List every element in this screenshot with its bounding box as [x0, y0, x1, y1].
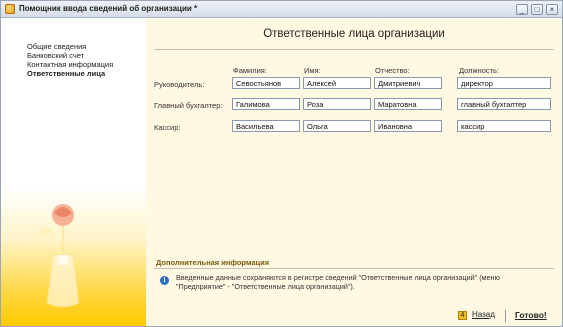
additional-info-text: Введенные данные сохраняются в регистре … — [176, 273, 500, 291]
cashier-position-field[interactable] — [457, 120, 551, 132]
cashier-first-name-field[interactable] — [303, 120, 371, 132]
close-button[interactable]: × — [546, 4, 558, 15]
window-title: Помощник ввода сведений об организации * — [19, 4, 198, 13]
rose-vase-illustration — [39, 204, 80, 308]
title-bar: Помощник ввода сведений об организации *… — [1, 1, 562, 18]
assistant-window: Помощник ввода сведений об организации *… — [0, 0, 563, 327]
back-hotkey-badge: 4 — [458, 311, 467, 320]
cashier-patronymic-field[interactable] — [374, 120, 442, 132]
step-contact-info[interactable]: Контактная информация — [27, 60, 113, 69]
column-patronymic: Отчество: — [375, 66, 410, 75]
app-icon — [5, 4, 15, 14]
row-label-director: Руководитель: — [154, 80, 205, 89]
column-first-name: Имя: — [304, 66, 321, 75]
director-last-name-field[interactable] — [232, 77, 300, 89]
page-title: Ответственные лица организации — [263, 28, 445, 40]
maximize-button[interactable]: □ — [531, 4, 543, 15]
minimize-button[interactable]: _ — [516, 4, 528, 15]
step-general-info[interactable]: Общие сведения — [27, 42, 113, 51]
row-label-chief-accountant: Главный бухгалтер: — [154, 101, 223, 110]
done-button[interactable]: Готово! — [515, 310, 547, 320]
title-divider — [154, 49, 554, 50]
director-patronymic-field[interactable] — [374, 77, 442, 89]
row-label-cashier: Кассир: — [154, 123, 181, 132]
step-responsible-persons[interactable]: Ответственные лица — [27, 69, 113, 78]
accountant-first-name-field[interactable] — [303, 98, 371, 110]
main-content: Ответственные лица организации Фамилия: … — [146, 18, 562, 326]
director-first-name-field[interactable] — [303, 77, 371, 89]
steps-sidebar: Общие сведения Банковский счет Контактна… — [1, 18, 146, 326]
cashier-last-name-field[interactable] — [232, 120, 300, 132]
column-last-name: Фамилия: — [233, 66, 267, 75]
accountant-position-field[interactable] — [457, 98, 551, 110]
step-bank-account[interactable]: Банковский счет — [27, 51, 113, 60]
steps-nav: Общие сведения Банковский счет Контактна… — [27, 42, 113, 78]
footer-separator — [505, 310, 506, 322]
director-position-field[interactable] — [457, 77, 551, 89]
additional-info-divider — [154, 268, 554, 269]
accountant-patronymic-field[interactable] — [374, 98, 442, 110]
additional-info-title: Дополнительная информация — [156, 258, 270, 267]
info-icon: i — [160, 276, 169, 285]
back-button[interactable]: Назад — [472, 310, 495, 319]
accountant-last-name-field[interactable] — [232, 98, 300, 110]
column-position: Должность: — [459, 66, 500, 75]
